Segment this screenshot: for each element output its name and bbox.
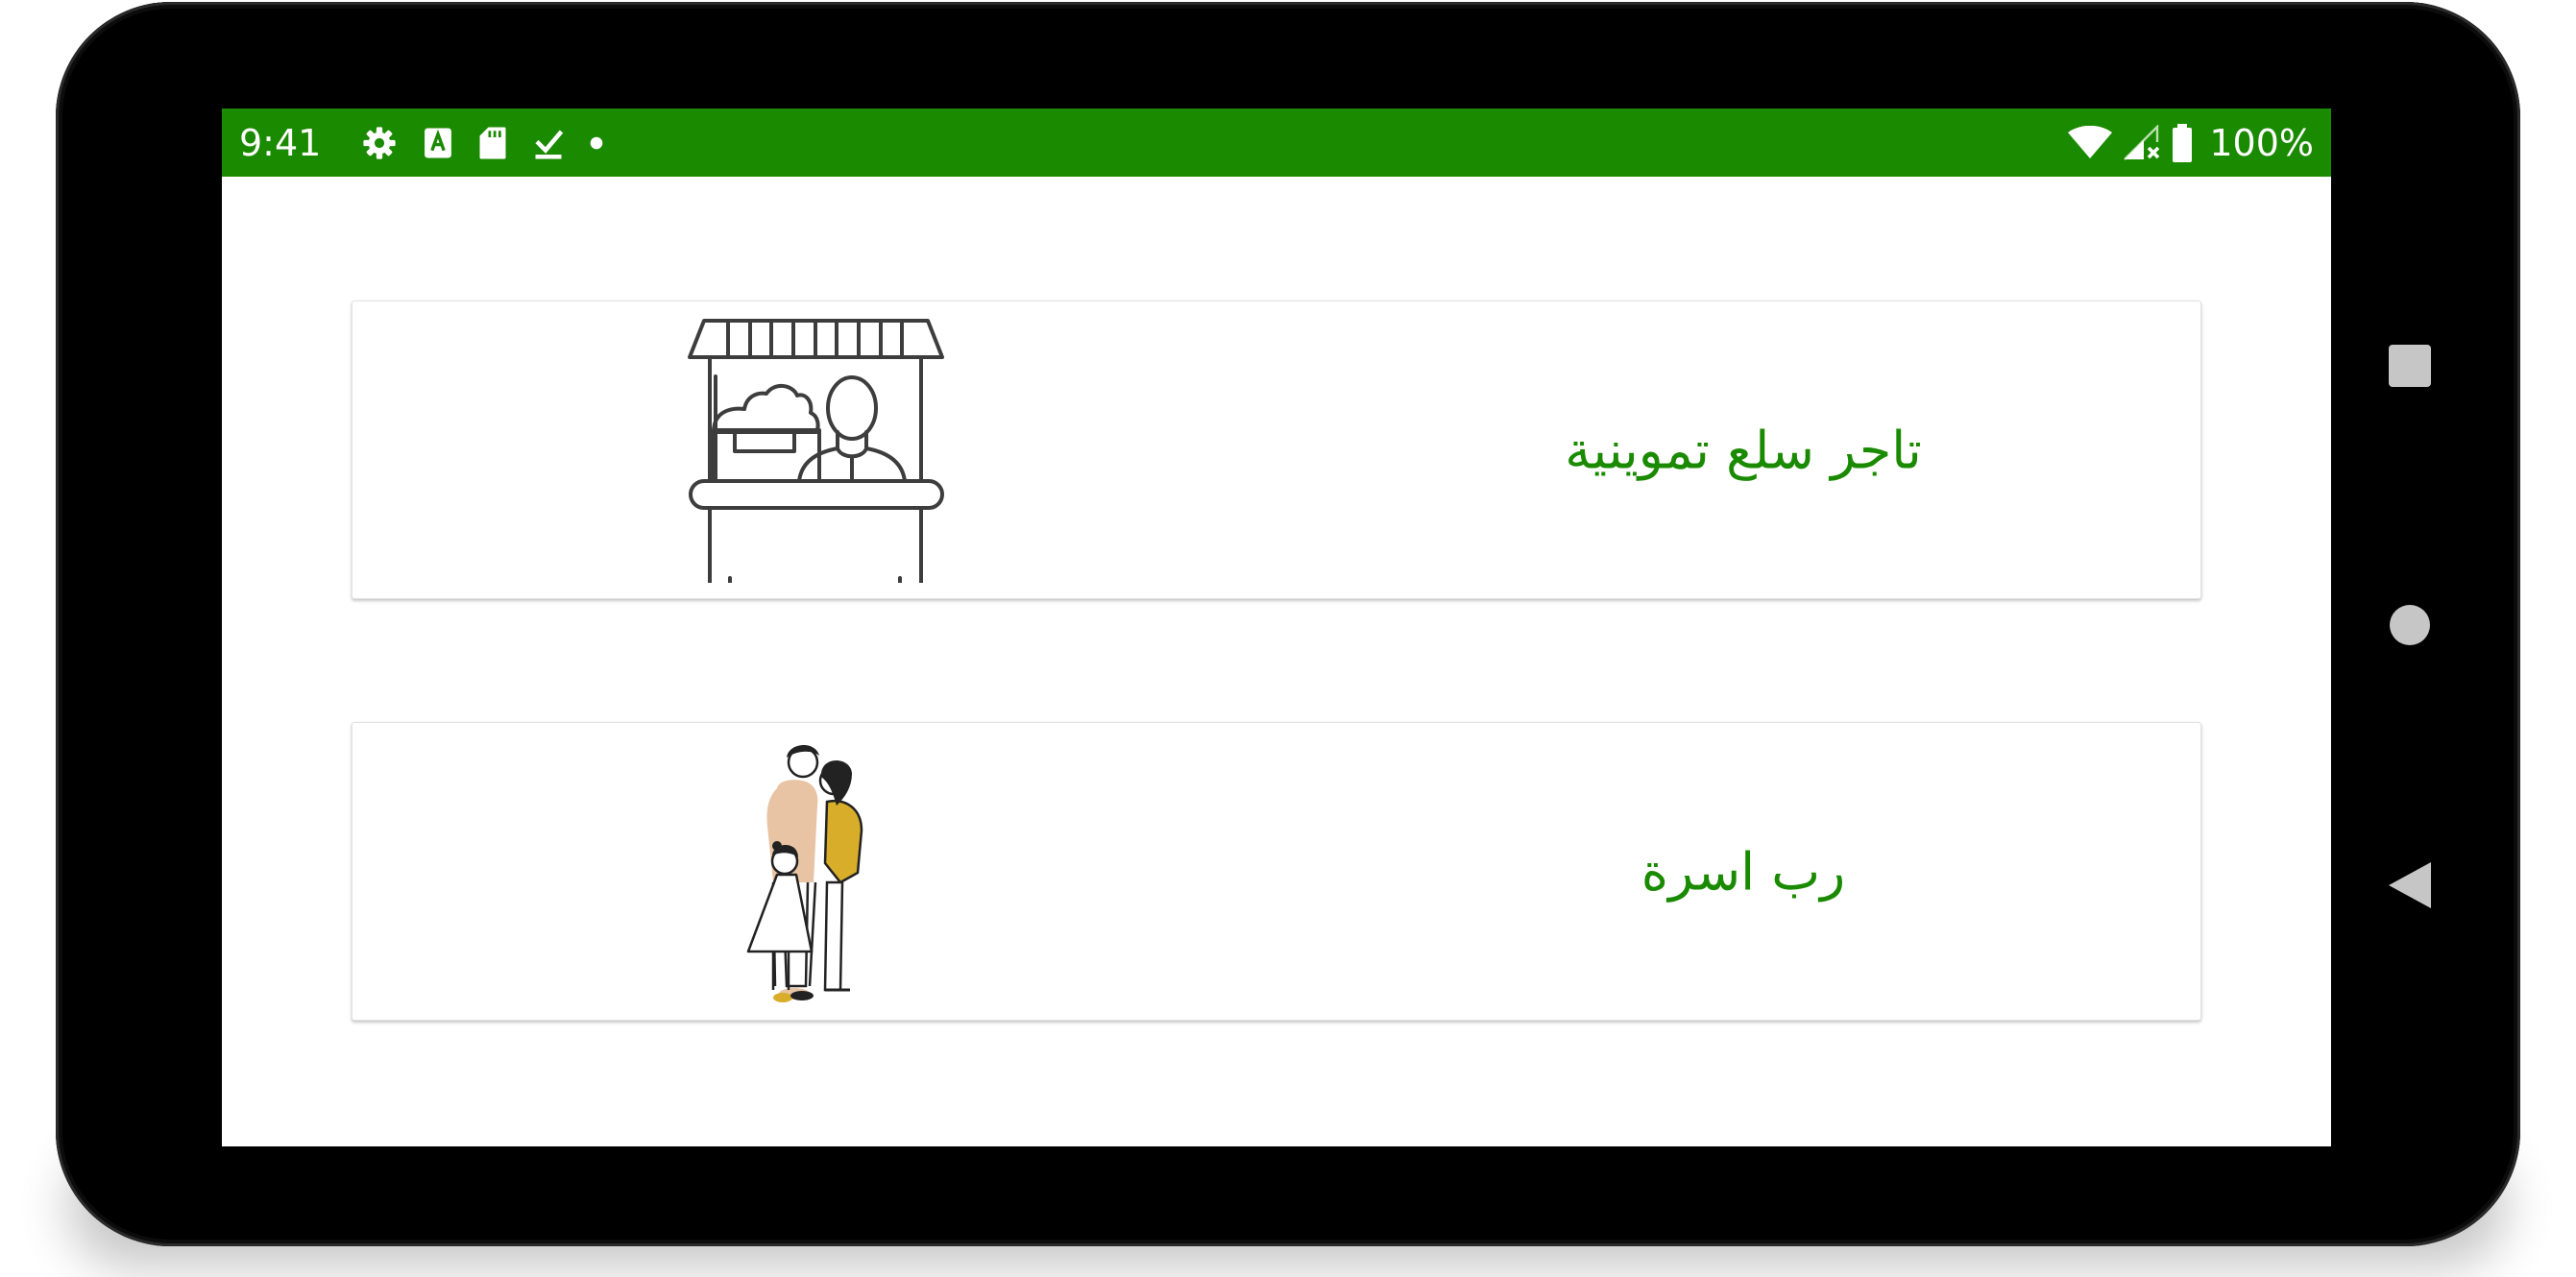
- tablet-frame: 9:41 100% تاجر سلع تموينية رب اسرة: [56, 2, 2520, 1246]
- text-a-icon: [423, 127, 453, 159]
- sd-card-icon: [478, 126, 507, 160]
- gear-icon: [361, 125, 398, 161]
- recents-button[interactable]: [2357, 313, 2463, 419]
- home-button[interactable]: [2357, 572, 2463, 678]
- square-icon: [2389, 345, 2431, 387]
- battery-icon: [2171, 123, 2194, 162]
- battery-percentage: 100%: [2209, 121, 2314, 164]
- download-done-icon: [532, 126, 565, 160]
- merchant-label: تاجر سلع تموينية: [1565, 420, 1922, 480]
- market-stall-vendor-icon: [688, 319, 944, 583]
- navigation-bar: [2357, 2, 2463, 1246]
- head-of-household-label: رب اسرة: [1640, 841, 1846, 902]
- status-bar: 9:41 100%: [222, 108, 2331, 177]
- status-time: 9:41: [239, 121, 322, 164]
- back-triangle-icon: [2389, 862, 2431, 908]
- back-button[interactable]: [2357, 832, 2463, 938]
- merchant-option-card[interactable]: تاجر سلع تموينية: [352, 301, 2201, 599]
- circle-icon: [2390, 605, 2430, 645]
- family-illustration: [746, 744, 863, 1002]
- head-of-household-card[interactable]: رب اسرة: [352, 722, 2201, 1021]
- screen: 9:41 100% تاجر سلع تموينية رب اسرة: [222, 108, 2331, 1146]
- wifi-icon: [2067, 125, 2113, 160]
- cell-signal-icon: [2123, 124, 2161, 161]
- dot-icon: [590, 136, 603, 150]
